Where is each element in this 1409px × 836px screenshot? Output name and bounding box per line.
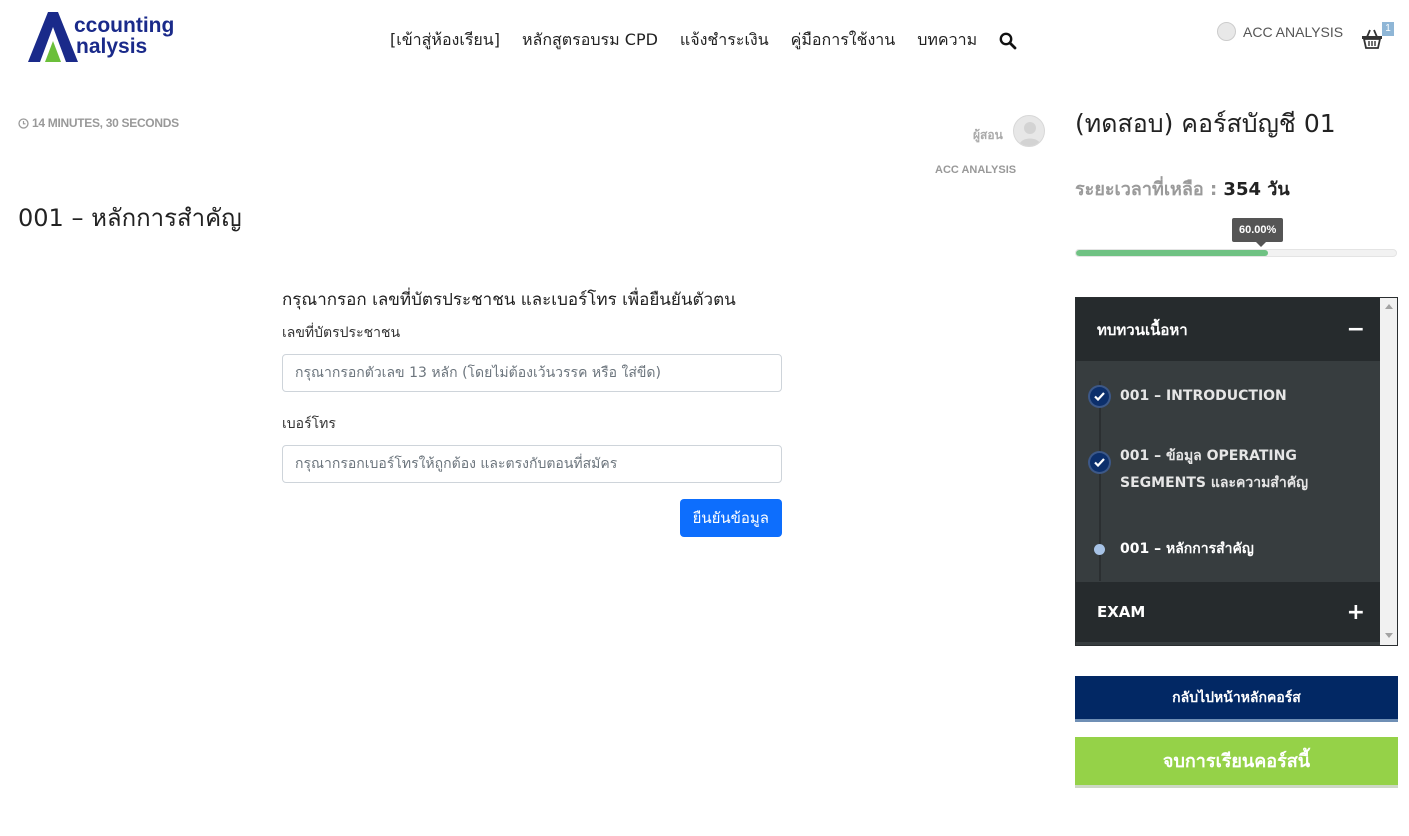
instructor-name: ACC ANALYSIS (935, 164, 1017, 176)
form-heading: กรุณากรอก เลขที่บัตรประชาชน และเบอร์โทร … (282, 290, 736, 310)
user-menu[interactable]: ACC ANALYSIS (1217, 22, 1343, 41)
current-lesson-dot-icon (1094, 544, 1105, 555)
lesson-label: 001 – INTRODUCTION (1120, 388, 1287, 404)
outline-scrollbar[interactable] (1380, 298, 1397, 645)
section-title: EXAM (1097, 603, 1146, 621)
course-title: (ทดสอบ) คอร์สบัญชี 01 (1075, 109, 1336, 138)
nav-item-cpd-courses[interactable]: หลักสูตรอบรม CPD (522, 28, 658, 53)
nav-item-payment-notice[interactable]: แจ้งชำระเงิน (680, 28, 769, 53)
clock-icon (18, 117, 29, 129)
check-icon (1088, 385, 1111, 408)
phone-label: เบอร์โทร (282, 416, 336, 432)
section-header-exam[interactable]: EXAM + (1076, 582, 1380, 642)
main-nav: [เข้าสู่ห้องเรียน] หลักสูตรอบรม CPD แจ้ง… (390, 28, 1017, 53)
lesson-list: 001 – INTRODUCTION 001 – ข้อมูล OPERATIN… (1076, 361, 1380, 582)
lesson-label: 001 – ข้อมูล OPERATING SEGMENTS และความส… (1120, 448, 1308, 491)
nav-item-classroom[interactable]: [เข้าสู่ห้องเรียน] (390, 28, 500, 53)
course-outline: ทบทวนเนื้อหา − 001 – INTRODUCTION 001 – … (1075, 297, 1398, 646)
lesson-duration: 14 MINUTES, 30 SECONDS (18, 116, 179, 130)
scroll-up-icon[interactable] (1385, 304, 1393, 309)
phone-input[interactable] (282, 445, 782, 483)
progress-tooltip: 60.00% (1232, 218, 1284, 247)
time-remaining-label: ระยะเวลาที่เหลือ : (1075, 179, 1218, 200)
instructor-avatar-icon (1013, 115, 1045, 147)
logo-text-line2: nalysis (76, 35, 148, 58)
instructor-label: ผู้สอน (973, 128, 1003, 142)
lesson-label: 001 – หลักการสำคัญ (1120, 541, 1254, 557)
section-title: ทบทวนเนื้อหา (1097, 320, 1188, 339)
section-header-review[interactable]: ทบทวนเนื้อหา − (1076, 298, 1380, 361)
time-remaining-value: 354 วัน (1223, 179, 1290, 200)
user-avatar-icon (1217, 22, 1236, 41)
identity-verification-form: กรุณากรอก เลขที่บัตรประชาชน และเบอร์โทร … (282, 286, 782, 537)
expand-icon[interactable]: + (1347, 600, 1365, 625)
lesson-title: 001 – หลักการสำคัญ (18, 204, 242, 232)
user-name: ACC ANALYSIS (1243, 23, 1344, 40)
id-card-label: เลขที่บัตรประชาชน (282, 325, 401, 341)
course-outline-list: ทบทวนเนื้อหา − 001 – INTRODUCTION 001 – … (1076, 298, 1380, 645)
nav-item-user-guide[interactable]: คู่มือการใช้งาน (791, 28, 896, 53)
cart-count-badge: 1 (1382, 22, 1394, 36)
collapse-icon[interactable]: − (1347, 317, 1365, 342)
site-logo[interactable]: ccounting nalysis (28, 10, 174, 66)
finish-course-button[interactable]: จบการเรียนคอร์สนี้ (1075, 737, 1398, 788)
scroll-down-icon[interactable] (1385, 633, 1393, 638)
check-icon (1088, 451, 1111, 474)
search-icon[interactable] (999, 32, 1017, 50)
confirm-button[interactable]: ยืนยันข้อมูล (679, 499, 782, 537)
time-remaining: ระยะเวลาที่เหลือ : 354 วัน (1075, 174, 1290, 203)
id-card-input[interactable] (282, 354, 782, 392)
nav-item-articles[interactable]: บทความ (917, 28, 977, 53)
submit-row: ยืนยันข้อมูล (282, 499, 782, 537)
course-progress-fill (1076, 250, 1268, 256)
back-to-course-button[interactable]: กลับไปหน้าหลักคอร์ส (1075, 676, 1398, 722)
duration-text: 14 MINUTES, 30 SECONDS (32, 116, 179, 130)
basket-icon[interactable] (1361, 28, 1383, 50)
course-progress-bar (1075, 249, 1397, 257)
